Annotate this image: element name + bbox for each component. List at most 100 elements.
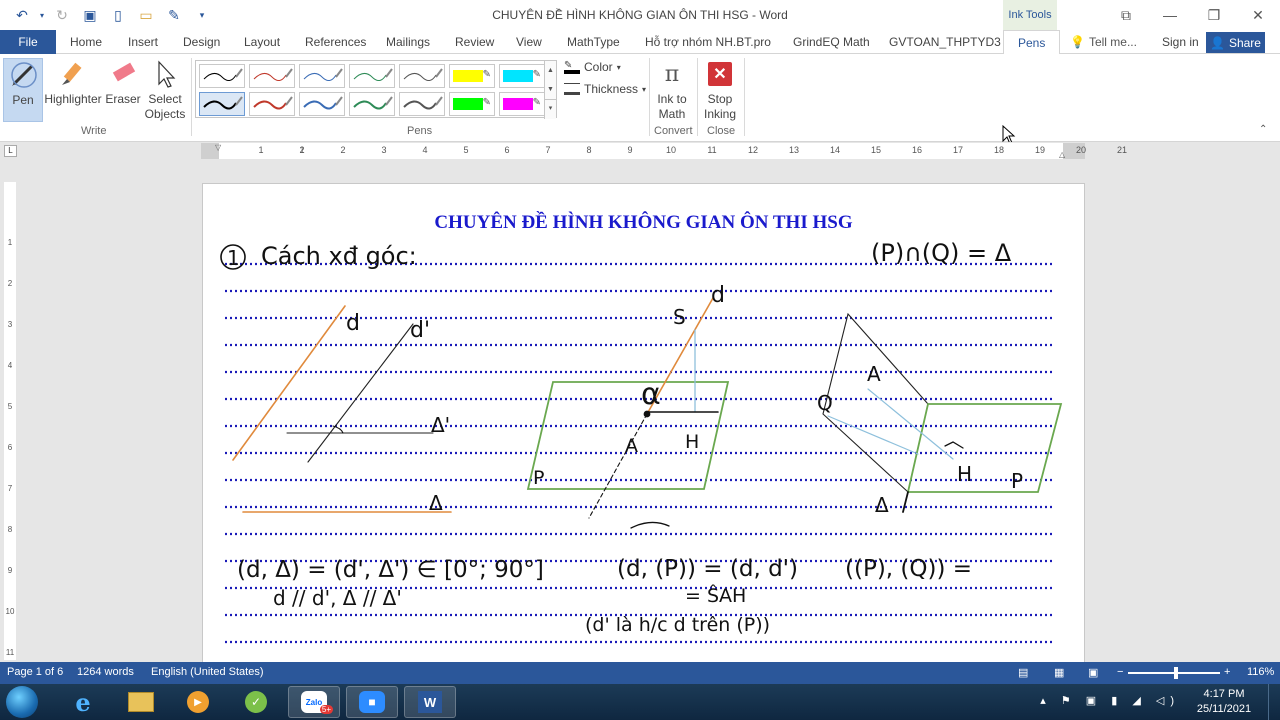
color-dropdown[interactable]: ✎ Color ▾ [564,60,621,74]
tab-home[interactable]: Home [70,30,102,54]
tab-design[interactable]: Design [183,30,220,54]
zoom-in-icon[interactable]: + [1224,666,1230,678]
pen-swatch[interactable]: ✎ [449,64,495,88]
zalo-icon[interactable]: Zalo 5+ [288,686,340,718]
vruler-tick-label: 4 [7,361,13,370]
pen-swatch[interactable] [199,92,245,116]
person-icon: 👤 [1210,35,1225,50]
ribbon-display-icon[interactable]: ⧉ [1104,0,1148,30]
horizontal-ruler-area: L 2 1 1 2 3 4 5 6 7 8 9 10 11 12 13 14 15 16 17 18 19 20 21 ▽ … [0,142,1280,160]
windows-start-icon[interactable] [6,686,38,718]
minimize-icon[interactable]: — [1148,0,1192,30]
pen-swatch[interactable] [249,64,295,88]
ruler-tick-label: 7 [545,145,551,155]
tell-me-box[interactable]: 💡 Tell me... [1070,30,1137,54]
right-indent-icon[interactable]: △ [1059,150,1065,159]
tab-mailings[interactable]: Mailings [386,30,430,54]
document-page[interactable]: CHUYÊN ĐỀ HÌNH KHÔNG GIAN ÔN THI HSG 1 C… [202,183,1085,663]
plane-q [822,312,929,494]
print-layout-icon[interactable]: ▦ [1054,666,1064,679]
tab-layout[interactable]: Layout [244,30,280,54]
select-objects-button[interactable]: Select Objects [142,58,188,122]
ruler-tick-label: 1 [258,145,264,155]
language-indicator[interactable]: English (United States) [151,666,264,678]
tray-icons[interactable]: ▴ ⚑ ▣ ▮ ◢ ◁) [1040,694,1180,707]
file-explorer-icon[interactable] [115,686,167,718]
cursor-arrow-icon [149,58,181,90]
ink-annotations[interactable]: 1 Cách xđ góc: (P)∩(Q) = Δ d d' Δ' Δ S d… [203,184,1085,663]
collapse-ribbon-icon[interactable]: ⌃ [1259,124,1267,135]
pen-swatch[interactable]: ✎ [499,92,545,116]
tab-insert[interactable]: Insert [128,30,158,54]
pen-swatch[interactable] [199,64,245,88]
ruler-tick-label: 10 [665,145,677,155]
greenshot-icon[interactable]: ✓ [230,686,282,718]
pen-swatch[interactable]: ✎ [449,92,495,116]
media-player-icon[interactable]: ▶ [172,686,224,718]
share-button[interactable]: 👤 Share [1206,32,1265,53]
formula-angle-line-plane: (d, (P)) = (d, d') [617,556,798,582]
stop-inking-button[interactable]: ✕ Stop Inking [700,58,740,122]
eraser-button[interactable]: Eraser [104,58,142,107]
zoom-level[interactable]: 116% [1247,666,1274,678]
pen-swatch[interactable]: ✎ [499,64,545,88]
horizontal-ruler[interactable]: 2 1 1 2 3 4 5 6 7 8 9 10 11 12 13 14 15 16 17 18 19 20 21 ▽ △ [201,143,1127,159]
tab-file[interactable]: File [0,30,56,54]
show-desktop-button[interactable] [1268,684,1280,720]
point-a [643,410,651,418]
formula-angle-sah: = ŜAH [685,583,746,607]
tab-view[interactable]: View [516,30,542,54]
clock[interactable]: 4:17 PM 25/11/2021 [1194,687,1254,717]
first-line-indent-icon[interactable]: ▽ [215,143,221,152]
ruler-tick-label: 1 [299,145,305,155]
tab-pens[interactable]: Pens [1003,30,1061,55]
formula-parallel: d // d', Δ // Δ' [273,586,402,610]
chevron-down-icon: ▾ [616,62,621,72]
gallery-down-icon[interactable]: ▼ [545,80,556,99]
ruler-tick-label: 21 [1116,145,1128,155]
tab-references[interactable]: References [305,30,366,54]
tab-ho-tro-nhom[interactable]: Hỗ trợ nhóm NH.BT.pro [645,30,771,54]
tab-selector-icon[interactable]: L [4,145,17,157]
restore-icon[interactable]: ❐ [1192,0,1236,30]
zoom-slider-thumb[interactable] [1174,667,1178,679]
pen-swatch[interactable] [299,64,345,88]
ink-to-math-button[interactable]: π Ink to Math [652,58,692,122]
pen-swatch[interactable] [249,92,295,116]
pens-group-label: Pens [407,125,433,137]
read-mode-icon[interactable]: ▤ [1018,666,1028,679]
ruler-tick-label: 2 [340,145,346,155]
tab-grindeq-math[interactable]: GrindEQ Math [793,30,870,54]
gallery-more-icon[interactable]: ▾ [545,99,556,117]
tab-gvtoan[interactable]: GVTOAN_THPTYD3 [889,30,1001,54]
ruler-tick-label: 5 [463,145,469,155]
sign-in-link[interactable]: Sign in [1162,30,1199,54]
title-bar: ↶ ▾ ↻ ▣ ▯ ▭ ✎ ▾ CHUYÊN ĐỀ HÌNH KHÔNG GIA… [0,0,1280,30]
pen-button[interactable]: Pen [3,58,43,122]
vertical-ruler[interactable]: 1 2 3 4 5 6 7 8 9 10 11 [4,182,16,660]
internet-explorer-icon[interactable]: e [57,686,109,718]
tab-mathtype[interactable]: MathType [567,30,620,54]
gallery-scroll[interactable]: ▲ ▼ ▾ [544,61,556,119]
pen-swatch[interactable] [399,64,445,88]
eraser-label: Eraser [105,92,141,106]
close-icon[interactable]: ✕ [1236,0,1280,30]
tab-review[interactable]: Review [455,30,494,54]
thickness-dropdown[interactable]: Thickness ▾ [564,82,646,96]
gallery-up-icon[interactable]: ▲ [545,61,556,80]
web-layout-icon[interactable]: ▣ [1088,666,1098,679]
word-app-icon[interactable]: W [404,686,456,718]
pen-swatch[interactable] [299,92,345,116]
pen-swatch[interactable] [399,92,445,116]
ruler-tick-label: 11 [707,145,717,155]
pen-swatch[interactable] [349,92,395,116]
label-alpha: α [641,377,661,412]
highlighter-button[interactable]: Highlighter [44,58,102,107]
pen-swatch[interactable] [349,64,395,88]
zoom-out-icon[interactable]: − [1117,666,1123,678]
word-count[interactable]: 1264 words [77,666,134,678]
page-count[interactable]: Page 1 of 6 [7,666,63,678]
zoom-app-icon[interactable]: ■ [346,686,398,718]
pi-icon: π [664,61,680,87]
label-a: A [625,435,638,457]
